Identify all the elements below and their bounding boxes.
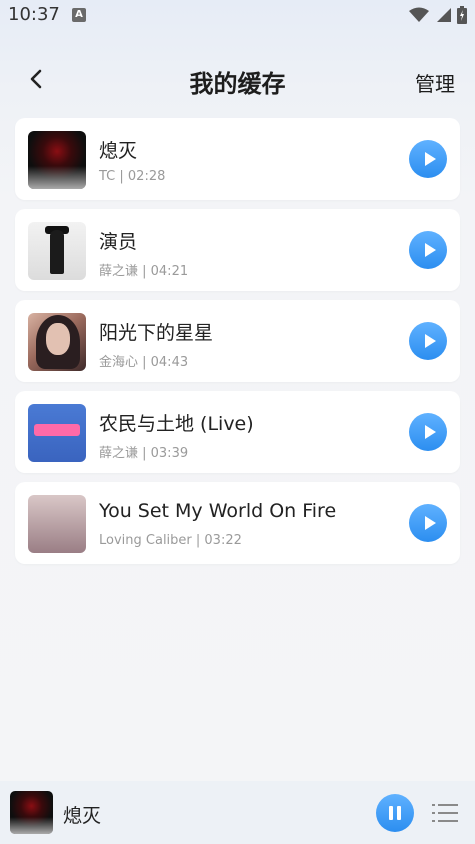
status-icons [409,6,467,24]
play-icon [424,334,436,348]
song-title: 农民与土地 (Live) [99,413,254,435]
song-meta: 薛之谦 | 04:21 [99,264,189,279]
play-icon [424,516,436,530]
pause-button[interactable] [376,794,414,832]
play-icon [424,243,436,257]
pause-icon [389,806,393,820]
play-button[interactable] [409,322,447,360]
playlist-icon [432,804,458,822]
play-icon [424,152,436,166]
status-bar: 10:37 A [0,0,475,32]
pause-icon-bar [397,806,401,820]
cached-song-list: 熄灭 TC | 02:28 演员 薛之谦 | 04:21 阳光下的星星 金海心 … [15,118,460,573]
song-item[interactable]: 熄灭 TC | 02:28 [15,118,460,200]
top-bar: 我的缓存 管理 [0,50,475,112]
playlist-button[interactable] [430,799,460,827]
play-button[interactable] [409,231,447,269]
song-title: You Set My World On Fire [99,500,337,522]
song-item[interactable]: 演员 薛之谦 | 04:21 [15,209,460,291]
song-title: 阳光下的星星 [99,322,214,344]
mini-player[interactable]: 熄灭 [0,781,475,844]
song-title: 演员 [99,231,138,253]
song-item[interactable]: 农民与土地 (Live) 薛之谦 | 03:39 [15,391,460,473]
status-time: 10:37 [8,4,60,25]
manage-button[interactable]: 管理 [415,68,455,97]
signal-icon [437,8,451,22]
notification-a-icon: A [72,8,86,22]
song-meta: 金海心 | 04:43 [99,355,189,370]
album-cover [28,404,86,462]
battery-icon [457,6,467,24]
play-button[interactable] [409,413,447,451]
wifi-icon [409,7,429,22]
play-icon [424,425,436,439]
song-meta: Loving Caliber | 03:22 [99,533,242,548]
album-cover [28,131,86,189]
song-meta: 薛之谦 | 03:39 [99,446,189,461]
play-button[interactable] [409,504,447,542]
song-item[interactable]: You Set My World On Fire Loving Caliber … [15,482,460,564]
now-playing-title[interactable]: 熄灭 [63,801,101,828]
song-item[interactable]: 阳光下的星星 金海心 | 04:43 [15,300,460,382]
song-meta: TC | 02:28 [99,169,166,184]
album-cover [28,313,86,371]
page-title: 我的缓存 [189,70,286,98]
album-cover [28,495,86,553]
now-playing-cover[interactable] [10,791,53,834]
play-button[interactable] [409,140,447,178]
song-title: 熄灭 [99,140,138,162]
album-cover [28,222,86,280]
